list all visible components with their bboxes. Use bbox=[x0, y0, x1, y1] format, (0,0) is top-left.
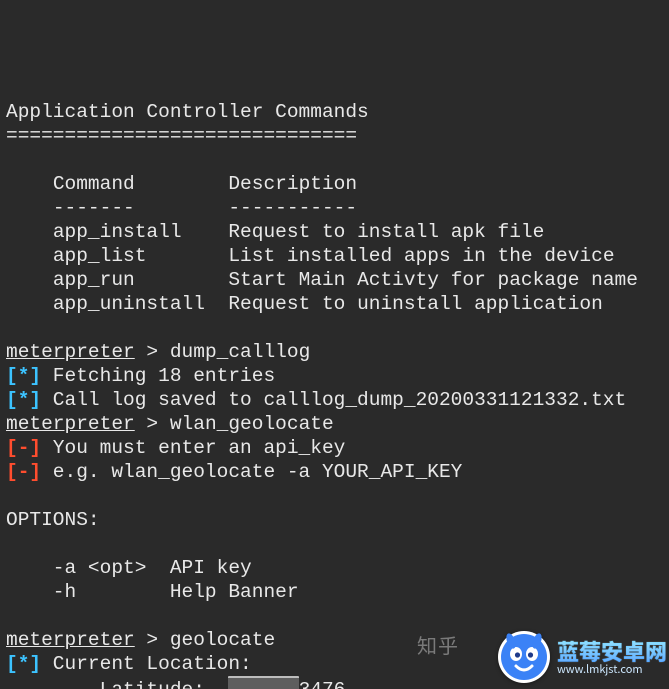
col-header-command: Command bbox=[53, 173, 135, 195]
typed-command: wlan_geolocate bbox=[170, 413, 334, 435]
section-rule: ============================== bbox=[6, 125, 357, 147]
info-tag: [*] bbox=[6, 653, 41, 675]
error-tag: [-] bbox=[6, 437, 41, 459]
cmd-name: app_list bbox=[53, 245, 147, 267]
cmd-desc: Request to uninstall application bbox=[228, 293, 602, 315]
info-msg: Call log saved to calllog_dump_202003311… bbox=[41, 389, 626, 411]
cmd-desc: Start Main Activty for package name bbox=[228, 269, 638, 291]
cmd-name: app_uninstall bbox=[53, 293, 205, 315]
error-msg: e.g. wlan_geolocate -a YOUR_API_KEY bbox=[41, 461, 462, 483]
prompt-sep: > bbox=[135, 341, 170, 363]
option-h: -h Help Banner bbox=[6, 581, 299, 603]
col-header-description: Description bbox=[228, 173, 357, 195]
redacted-block: xxxxxx bbox=[228, 676, 298, 689]
error-msg: You must enter an api_key bbox=[41, 437, 345, 459]
typed-command: geolocate bbox=[170, 629, 275, 651]
info-msg: Current Location: bbox=[41, 653, 252, 675]
prompt-sep: > bbox=[135, 629, 170, 651]
typed-command: dump_calllog bbox=[170, 341, 310, 363]
meterpreter-prompt[interactable]: meterpreter bbox=[6, 341, 135, 363]
col-rule-description: ----------- bbox=[228, 197, 357, 219]
latitude-label: Latitude: bbox=[6, 679, 228, 689]
meterpreter-prompt[interactable]: meterpreter bbox=[6, 629, 135, 651]
cmd-name: app_run bbox=[53, 269, 135, 291]
info-tag: [*] bbox=[6, 365, 41, 387]
col-rule-command: ------- bbox=[53, 197, 135, 219]
meterpreter-prompt[interactable]: meterpreter bbox=[6, 413, 135, 435]
cmd-name: app_install bbox=[53, 221, 182, 243]
info-tag: [*] bbox=[6, 389, 41, 411]
cmd-desc: Request to install apk file bbox=[228, 221, 544, 243]
info-msg: Fetching 18 entries bbox=[41, 365, 275, 387]
cmd-desc: List installed apps in the device bbox=[228, 245, 614, 267]
error-tag: [-] bbox=[6, 461, 41, 483]
option-a: -a <opt> API key bbox=[6, 557, 252, 579]
section-title: Application Controller Commands bbox=[6, 101, 369, 123]
latitude-tail: 3476 bbox=[299, 679, 346, 689]
prompt-sep: > bbox=[135, 413, 170, 435]
terminal-output: Application Controller Commands ========… bbox=[6, 100, 663, 689]
options-header: OPTIONS: bbox=[6, 509, 100, 531]
